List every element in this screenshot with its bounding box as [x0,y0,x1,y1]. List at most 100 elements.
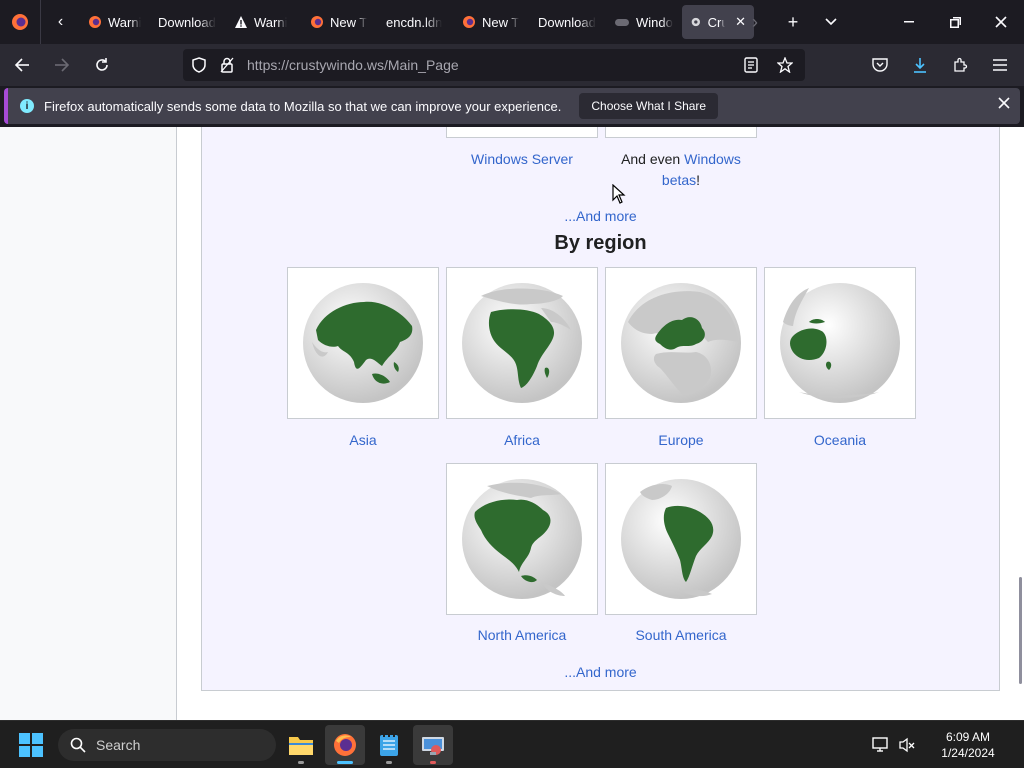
reload-button[interactable] [84,49,120,81]
windows-taskbar: Search 6:09 AM 1/24/2024 [0,720,1024,768]
chevron-down-icon [825,18,837,26]
firefox-icon [12,14,28,30]
gamepad-icon [615,19,629,26]
forward-button[interactable] [44,49,80,81]
and-more-link-bottom[interactable]: ...And more [201,664,1000,680]
plus-icon: + [787,11,799,32]
europe-thumbnail[interactable] [605,267,757,419]
oceania-link[interactable]: Oceania [814,432,866,448]
network-icon [872,737,888,752]
url-bar[interactable]: https://crustywindo.ws/Main_Page [183,49,805,81]
asia-thumbnail[interactable] [287,267,439,419]
url-text[interactable]: https://crustywindo.ws/Main_Page [247,57,459,73]
tab-strip-controls: › + [736,0,1024,44]
mouse-cursor-icon [612,184,626,204]
tab-1[interactable]: Warni [80,5,150,39]
windows-betas-thumbnail[interactable] [605,127,757,138]
start-button[interactable] [19,733,43,757]
app-menu-button[interactable] [982,49,1018,81]
network-tray-button[interactable] [868,721,894,768]
close-window-button[interactable] [978,0,1024,44]
asia-link[interactable]: Asia [349,432,376,448]
tab-8[interactable]: Windo [606,5,682,39]
app-installer-taskbar-button[interactable] [413,725,453,765]
tab-6[interactable]: New T [454,5,530,39]
firefox-taskbar-button[interactable] [325,725,365,765]
tab-scroll-left-button[interactable]: ‹ [40,0,80,44]
tab-label: New T [482,14,520,30]
reload-icon [96,58,108,71]
back-button[interactable] [4,49,40,81]
pocket-icon [872,58,888,72]
installer-icon [422,737,444,755]
search-icon [70,737,86,753]
firefox-icon [334,734,356,756]
tab-4[interactable]: New T [302,5,378,39]
new-tab-button[interactable]: + [774,0,812,44]
taskbar-clock[interactable]: 6:09 AM 1/24/2024 [920,729,1016,761]
tab-label: Warni [108,14,142,30]
close-icon [995,16,1007,28]
africa-caption[interactable]: Africa [442,430,602,451]
tab-label: encdn.ldn [386,14,443,30]
tab-2[interactable]: Download [150,5,226,39]
asia-caption[interactable]: Asia [283,430,443,451]
and-more-link-top[interactable]: ...And more [201,208,1000,224]
windows-server-caption[interactable]: Windows Server [442,149,602,170]
south-america-caption[interactable]: South America [601,625,761,646]
oceania-caption[interactable]: Oceania [760,430,920,451]
site-security-icon[interactable] [213,57,241,73]
hamburger-menu-icon [993,59,1007,71]
windows-logo-icon-part [19,746,30,757]
minimize-button[interactable] [886,0,932,44]
oceania-thumbnail[interactable] [764,267,916,419]
downloads-button[interactable] [902,49,938,81]
europe-caption[interactable]: Europe [601,430,761,451]
europe-link[interactable]: Europe [658,432,703,448]
close-notification-button[interactable] [998,96,1010,114]
arrow-left-icon [14,58,29,72]
sidebar-column [0,127,177,720]
choose-what-i-share-button[interactable]: Choose What I Share [579,93,719,119]
tab-scroll-right-button[interactable]: › [736,0,774,44]
taskbar-search-box[interactable]: Search [58,729,276,761]
puzzle-icon [954,57,968,72]
star-icon [777,57,793,73]
close-icon [998,97,1010,109]
globe-north-america-image [462,479,582,599]
url-path: /Main_Page [383,57,459,73]
restore-button[interactable] [932,0,978,44]
page-scrollbar[interactable] [1019,577,1022,684]
globe-oceania-image [780,283,900,403]
windows-logo-icon-part [32,746,43,757]
notification-text: Firefox automatically sends some data to… [44,98,562,114]
north-america-caption[interactable]: North America [442,625,602,646]
north-america-link[interactable]: North America [478,627,567,643]
volume-tray-button[interactable] [894,721,920,768]
clock-time: 6:09 AM [945,730,991,744]
south-america-thumbnail[interactable] [605,463,757,615]
notepad-taskbar-button[interactable] [369,725,409,765]
tab-5[interactable]: encdn.ldn [378,5,454,39]
tab-7[interactable]: Download [530,5,606,39]
running-indicator [386,761,392,764]
pocket-button[interactable] [862,49,898,81]
africa-link[interactable]: Africa [504,432,540,448]
site-icon [691,17,700,27]
south-america-link[interactable]: South America [635,627,726,643]
windows-server-link[interactable]: Windows Server [471,151,573,167]
url-host: https://crustywindo.ws [247,57,384,73]
reader-view-button[interactable] [737,57,765,73]
list-all-tabs-button[interactable] [812,0,850,44]
tab-3[interactable]: Warni [226,5,302,39]
file-explorer-taskbar-button[interactable] [281,725,321,765]
reader-view-icon [744,57,758,73]
tracking-protection-icon[interactable] [185,57,213,73]
africa-thumbnail[interactable] [446,267,598,419]
bookmark-star-button[interactable] [771,57,799,73]
firefox-view-button[interactable] [0,0,40,44]
north-america-thumbnail[interactable] [446,463,598,615]
extensions-button[interactable] [942,49,978,81]
active-indicator [337,761,353,764]
windows-server-thumbnail[interactable] [446,127,598,138]
